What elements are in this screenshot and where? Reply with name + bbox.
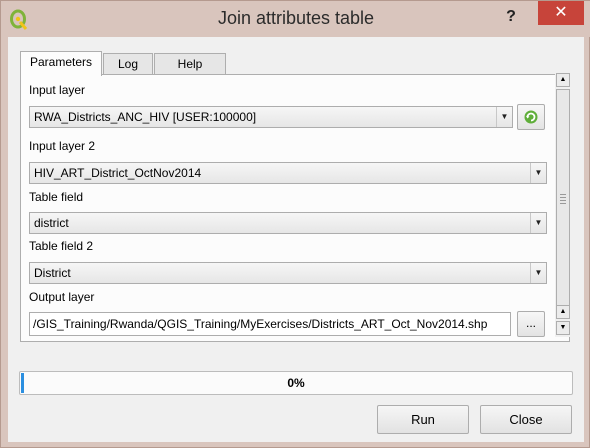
- table-field-label: Table field: [29, 190, 84, 204]
- window-close-button[interactable]: ✕: [538, 1, 584, 25]
- grip-icon: [560, 194, 566, 206]
- parameters-panel: Input layer RWA_Districts_ANC_HIV [USER:…: [20, 74, 570, 342]
- scroll-up-icon[interactable]: ▲: [556, 305, 570, 319]
- scroll-down-icon[interactable]: ▼: [556, 321, 570, 335]
- iterate-button[interactable]: [517, 104, 545, 130]
- help-button[interactable]: ?: [497, 5, 525, 29]
- iterate-icon: [524, 110, 538, 124]
- table-field2-label: Table field 2: [29, 239, 94, 253]
- table-field-select[interactable]: district ▼: [29, 212, 547, 234]
- input-layer-select[interactable]: RWA_Districts_ANC_HIV [USER:100000] ▼: [29, 106, 513, 128]
- tab-log[interactable]: Log: [103, 53, 153, 75]
- scroll-up-icon[interactable]: ▲: [556, 73, 570, 87]
- input-layer2-select[interactable]: HIV_ART_District_OctNov2014 ▼: [29, 162, 547, 184]
- panel-scrollbar[interactable]: ▲ ▲ ▼: [555, 73, 572, 337]
- title-bar[interactable]: Join attributes table ? ✕: [1, 1, 590, 37]
- progress-bar: 0%: [19, 371, 573, 395]
- scroll-thumb[interactable]: [556, 89, 570, 315]
- chevron-down-icon: ▼: [530, 163, 546, 183]
- browse-button[interactable]: ...: [517, 311, 545, 337]
- tab-help[interactable]: Help: [154, 53, 226, 75]
- dialog-window: Join attributes table ? ✕ Parameters Log…: [0, 0, 590, 448]
- input-layer2-value: HIV_ART_District_OctNov2014: [34, 166, 202, 180]
- input-layer-label: Input layer: [29, 83, 86, 97]
- output-layer-input[interactable]: /GIS_Training/Rwanda/QGIS_Training/MyExe…: [29, 312, 511, 336]
- dialog-body: Parameters Log Help Input layer RWA_Dist…: [8, 37, 584, 442]
- input-layer2-label: Input layer 2: [29, 139, 96, 153]
- chevron-down-icon: ▼: [530, 263, 546, 283]
- table-field2-select[interactable]: District ▼: [29, 262, 547, 284]
- chevron-down-icon: ▼: [496, 107, 512, 127]
- input-layer-value: RWA_Districts_ANC_HIV [USER:100000]: [34, 110, 257, 124]
- output-layer-label: Output layer: [29, 290, 95, 304]
- progress-text: 0%: [287, 376, 305, 390]
- table-field-value: district: [34, 216, 69, 230]
- run-button[interactable]: Run: [377, 405, 469, 434]
- table-field2-value: District: [34, 266, 71, 280]
- close-button[interactable]: Close: [480, 405, 572, 434]
- chevron-down-icon: ▼: [530, 213, 546, 233]
- tab-parameters[interactable]: Parameters: [20, 51, 102, 76]
